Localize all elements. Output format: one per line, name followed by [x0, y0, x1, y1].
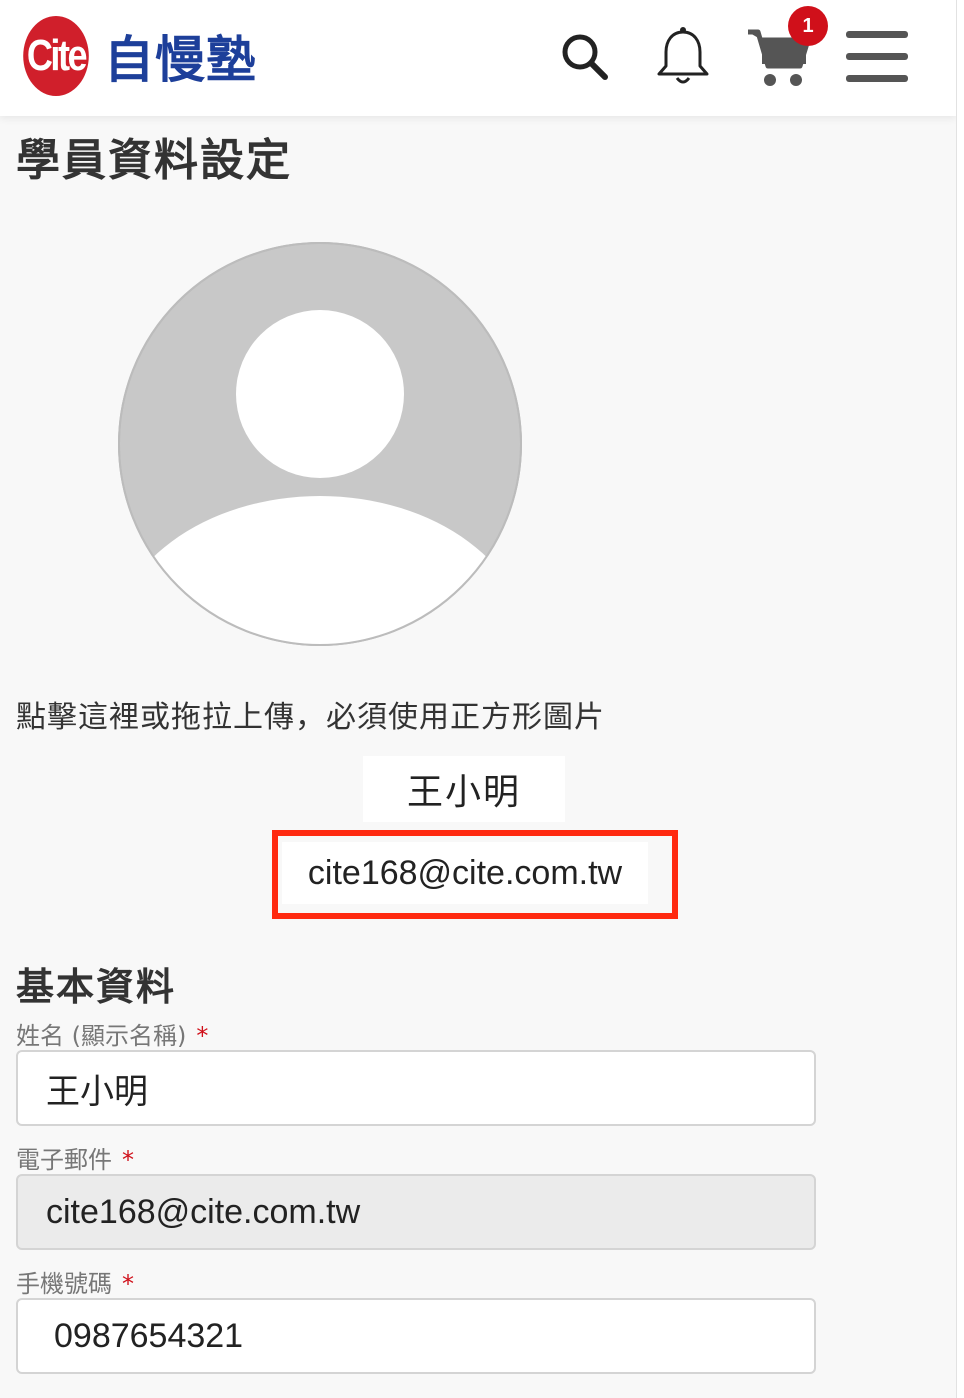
phone-field[interactable]: 0987654321: [16, 1298, 816, 1374]
name-field[interactable]: 王小明: [16, 1050, 816, 1126]
email-field: cite168@cite.com.tw: [16, 1174, 816, 1250]
cart-count-badge: 1: [788, 6, 828, 46]
profile-display-name: 王小明: [363, 756, 565, 822]
name-label: 姓名 (顯示名稱) *: [16, 1022, 209, 1050]
logo-text: 自慢塾: [104, 30, 257, 89]
menu-icon[interactable]: [842, 22, 912, 92]
avatar-upload[interactable]: [118, 242, 522, 646]
required-mark: *: [196, 1022, 209, 1050]
upload-hint[interactable]: 點擊這裡或拖拉上傳，必須使用正方形圖片: [16, 692, 605, 736]
phone-label: 手機號碼 *: [16, 1270, 134, 1298]
email-label: 電子郵件 *: [16, 1146, 134, 1174]
search-icon[interactable]: [550, 22, 620, 92]
scrollbar-track[interactable]: [956, 0, 964, 1398]
page-title: 學員資料設定: [16, 135, 292, 186]
top-header: Cite 自慢塾 1: [0, 0, 956, 116]
required-mark: *: [122, 1270, 134, 1298]
cite-logo-mark: Cite: [23, 16, 89, 96]
required-mark: *: [122, 1146, 134, 1174]
bell-icon[interactable]: [648, 22, 718, 92]
site-logo[interactable]: Cite 自慢塾: [16, 16, 257, 96]
profile-email: cite168@cite.com.tw: [282, 842, 648, 904]
basic-info-title: 基本資料: [16, 965, 177, 1009]
